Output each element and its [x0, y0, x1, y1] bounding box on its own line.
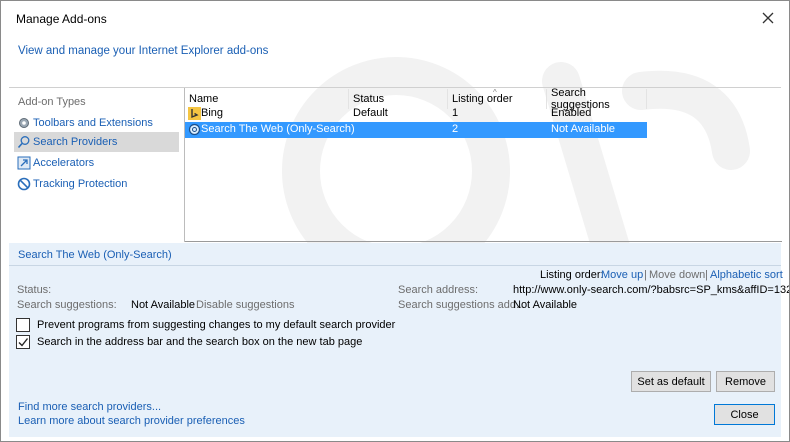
sidebar-item-search-providers[interactable]: Search Providers	[14, 132, 179, 152]
prevent-changes-checkbox[interactable]	[16, 318, 30, 332]
blocked-icon	[17, 177, 31, 191]
address-bar-search-label[interactable]: Search in the address bar and the search…	[37, 336, 362, 348]
prevent-changes-label[interactable]: Prevent programs from suggesting changes…	[37, 319, 395, 331]
details-pane: Search The Web (Only-Search) Listing ord…	[9, 243, 789, 437]
sidebar-item-label: Search Providers	[33, 136, 118, 148]
move-up-link[interactable]: Move up	[601, 269, 643, 281]
disable-suggestions-link: Disable suggestions	[196, 299, 295, 311]
set-as-default-button[interactable]: Set as default	[631, 371, 711, 392]
gear-icon	[17, 116, 31, 130]
header-link[interactable]: View and manage your Internet Explorer a…	[18, 45, 268, 57]
separator: |	[705, 269, 708, 281]
details-title: Search The Web (Only-Search)	[18, 249, 172, 261]
separator: |	[644, 269, 647, 281]
row-name: Bing	[201, 107, 224, 119]
search-suggestions-label: Search suggestions:	[17, 299, 117, 311]
sidebar-item-label: Tracking Protection	[33, 178, 128, 190]
row-suggestions: Not Available	[551, 123, 616, 135]
sidebar-item-tracking-protection[interactable]: Tracking Protection	[14, 174, 179, 194]
bing-icon	[188, 107, 201, 120]
search-icon	[17, 135, 31, 149]
window-title: Manage Add-ons	[16, 12, 107, 26]
search-address-value: http://www.only-search.com/?babsrc=SP_km…	[513, 284, 790, 296]
close-button[interactable]: Close	[714, 404, 775, 425]
title-bar: Manage Add-ons	[1, 1, 789, 35]
listing-order-label: Listing order:	[540, 269, 604, 281]
search-address-label: Search address:	[398, 284, 479, 296]
row-name: Search The Web (Only-Search)	[201, 123, 355, 135]
sidebar-item-toolbars-extensions[interactable]: Toolbars and Extensions	[14, 113, 179, 133]
close-window-button[interactable]	[759, 9, 777, 27]
sort-ascending-icon: ^	[493, 88, 497, 97]
addon-types-pane: Add-on Types Toolbars and Extensions Sea…	[10, 88, 185, 242]
suggestions-address-label: Search suggestions add...	[398, 299, 526, 311]
addons-list: Name Status Listing order ^ Search sugge…	[185, 87, 782, 242]
checkmark-icon	[18, 338, 29, 347]
address-bar-search-checkbox[interactable]	[16, 335, 30, 349]
manage-addons-window: Manage Add-ons View and manage your Inte…	[0, 0, 790, 442]
row-status: Default	[353, 107, 388, 119]
addon-types-label: Add-on Types	[18, 96, 86, 108]
row-order: 2	[452, 123, 459, 135]
close-icon	[762, 12, 774, 24]
search-suggestions-value: Not Available	[131, 299, 196, 311]
sidebar-item-accelerators[interactable]: Accelerators	[14, 153, 179, 173]
table-row[interactable]: Bing Default 1 Enabled	[185, 106, 647, 122]
find-more-providers-link[interactable]: Find more search providers...	[18, 401, 161, 413]
sidebar-item-label: Accelerators	[33, 157, 95, 169]
sidebar-item-label: Toolbars and Extensions	[33, 117, 153, 129]
row-order: 1	[452, 107, 459, 119]
status-label: Status:	[17, 284, 52, 296]
divider	[9, 265, 781, 266]
alphabetic-sort-link[interactable]: Alphabetic sort	[710, 269, 783, 281]
move-down-link: Move down	[649, 269, 706, 281]
learn-more-link[interactable]: Learn more about search provider prefere…	[18, 415, 245, 427]
accelerator-icon	[17, 156, 31, 170]
remove-button[interactable]: Remove	[716, 371, 775, 392]
row-suggestions: Enabled	[551, 107, 592, 119]
suggestions-address-value: Not Available	[513, 299, 578, 311]
globe-search-icon	[188, 123, 201, 136]
table-row-selected[interactable]: Search The Web (Only-Search) 2 Not Avail…	[185, 122, 647, 138]
